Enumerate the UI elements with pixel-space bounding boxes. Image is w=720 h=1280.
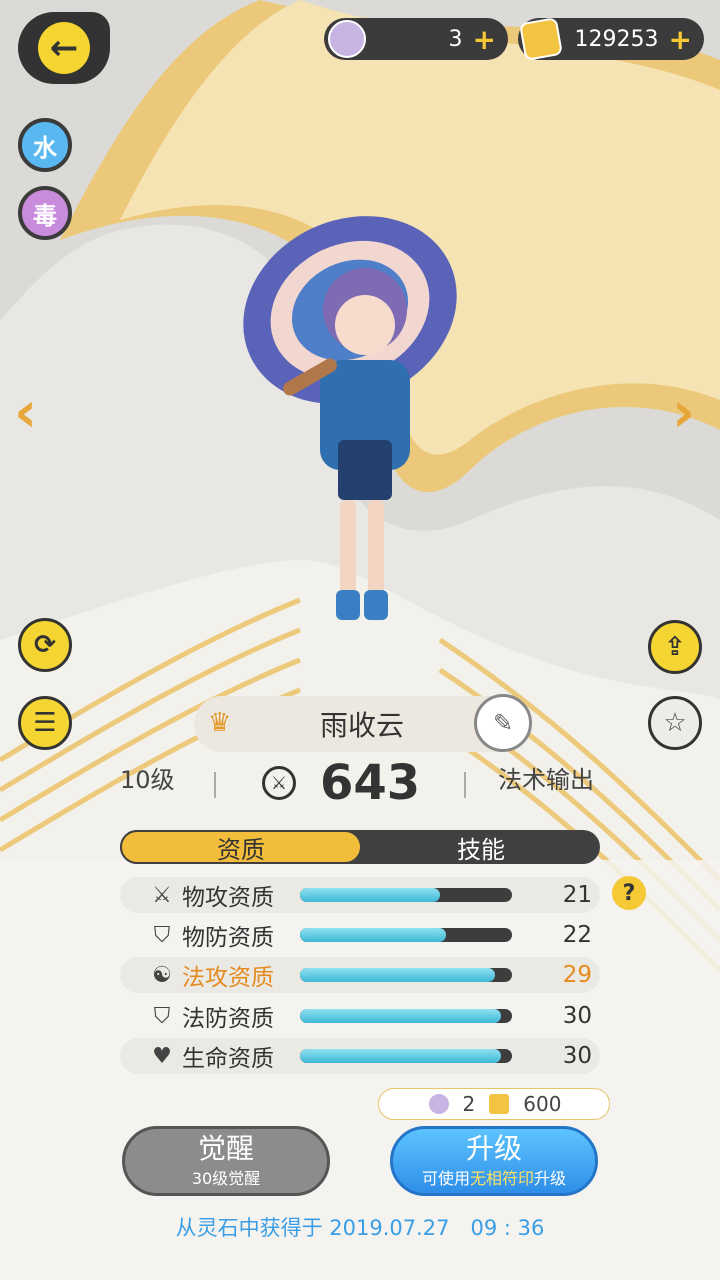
gold-crystal-icon: [487, 1092, 512, 1116]
attribute-label: 法防资质: [182, 1006, 274, 1032]
attribute-row: ⚔ 物攻资质 21: [120, 877, 600, 913]
character-name-bar: ♛ 雨收云 ✎: [194, 694, 532, 752]
attribute-bar: [300, 1009, 512, 1023]
attribute-value: 30: [562, 1003, 592, 1029]
rotate-button[interactable]: ⟳: [18, 618, 72, 672]
awaken-button[interactable]: 觉醒 30级觉醒: [122, 1126, 330, 1196]
character-name: 雨收云: [319, 709, 404, 742]
attribute-bar-fill: [300, 968, 496, 982]
character-role: 法术输出: [498, 766, 594, 794]
attribute-bar: [300, 928, 512, 942]
element-poison-badge: 毒: [18, 186, 72, 240]
attribute-value: 22: [562, 922, 592, 948]
magic-swirl-icon: ☯: [152, 962, 172, 988]
gold-amount: 129253: [574, 26, 659, 52]
star-icon: ☆: [663, 708, 687, 738]
share-button[interactable]: ⇪: [648, 620, 702, 674]
combat-power-icon: ⚔: [262, 766, 296, 800]
spirit-stone-icon: [328, 20, 366, 58]
attribute-bar: [300, 968, 512, 982]
divider: [464, 772, 466, 798]
awaken-sublabel: 30级觉醒: [191, 1169, 261, 1188]
magic-shield-icon: ⛉: [153, 1003, 171, 1029]
gold-counter[interactable]: 129253 +: [518, 16, 704, 62]
swords-icon: ⚔: [152, 882, 172, 908]
element-water-badge: 水: [18, 118, 72, 172]
character-level: 10级: [120, 766, 175, 794]
favorite-button[interactable]: ☆: [648, 696, 702, 750]
cost-stones: 2: [462, 1092, 476, 1116]
spirit-stone-icon: [426, 1092, 451, 1116]
attribute-bar-fill: [300, 888, 440, 902]
gold-crystal-icon: [518, 16, 564, 62]
spirit-stone-counter[interactable]: 3 +: [324, 18, 508, 60]
back-button[interactable]: ←: [18, 12, 110, 84]
upgrade-sublabel: 可使用无相符印升级: [422, 1165, 566, 1189]
upgrade-label: 升级: [465, 1132, 522, 1165]
crown-icon: ♛: [208, 708, 232, 738]
attribute-value: 30: [562, 1043, 592, 1069]
tab-aptitude[interactable]: 资质: [120, 830, 362, 864]
attribute-label: 法攻资质: [182, 965, 274, 991]
divider: [214, 772, 216, 798]
heart-icon: ♥: [152, 1043, 172, 1069]
attribute-value: 29: [562, 962, 592, 988]
background: [0, 0, 720, 1280]
upgrade-sub-suffix: 升级: [534, 1169, 567, 1188]
list-icon: ☰: [33, 708, 57, 738]
upgrade-cost: 2 600: [378, 1088, 610, 1120]
rotate-icon: ⟳: [34, 630, 56, 660]
help-button[interactable]: ?: [612, 876, 646, 910]
upgrade-sub-highlight: 无相符印: [469, 1169, 534, 1188]
upgrade-button[interactable]: 升级 可使用无相符印升级: [390, 1126, 598, 1196]
attribute-bar: [300, 888, 512, 902]
pencil-icon: ✎: [492, 709, 514, 737]
attribute-bar-fill: [300, 1049, 502, 1063]
share-icon: ⇪: [664, 632, 686, 662]
prev-character-arrow[interactable]: ‹: [14, 380, 37, 445]
attribute-label: 生命资质: [182, 1046, 274, 1072]
spirit-stone-amount: 3: [448, 26, 463, 52]
character-figure: [243, 216, 457, 620]
attribute-label: 物防资质: [182, 925, 274, 951]
add-spirit-stone-icon[interactable]: +: [473, 23, 496, 56]
attribute-value: 21: [562, 882, 592, 908]
attribute-bar-fill: [300, 928, 447, 942]
tab-skills[interactable]: 技能: [362, 830, 600, 864]
edit-name-button[interactable]: ✎: [474, 694, 532, 752]
attribute-row: ☯ 法攻资质 29: [120, 957, 600, 993]
obtained-info: 从灵石中获得于 2019.07.27 09 : 36: [175, 1216, 545, 1240]
awaken-label: 觉醒: [197, 1132, 254, 1165]
upgrade-sub-prefix: 可使用: [421, 1169, 470, 1188]
menu-list-button[interactable]: ☰: [18, 696, 72, 750]
attribute-bar-fill: [300, 1009, 502, 1023]
attribute-row: ⛉ 法防资质 30: [120, 998, 600, 1034]
next-character-arrow[interactable]: ›: [672, 380, 695, 445]
attribute-row: ⛉ 物防资质 22: [120, 917, 600, 953]
add-gold-icon[interactable]: +: [669, 23, 692, 56]
attribute-label: 物攻资质: [182, 885, 274, 911]
combat-power: 643: [320, 755, 421, 811]
back-arrow-icon: ←: [38, 22, 90, 74]
cost-gold: 600: [523, 1092, 562, 1116]
attribute-row: ♥ 生命资质 30: [120, 1038, 600, 1074]
shield-icon: ⛉: [153, 922, 171, 948]
attribute-bar: [300, 1049, 512, 1063]
tab-bar: 资质 技能: [120, 830, 600, 864]
